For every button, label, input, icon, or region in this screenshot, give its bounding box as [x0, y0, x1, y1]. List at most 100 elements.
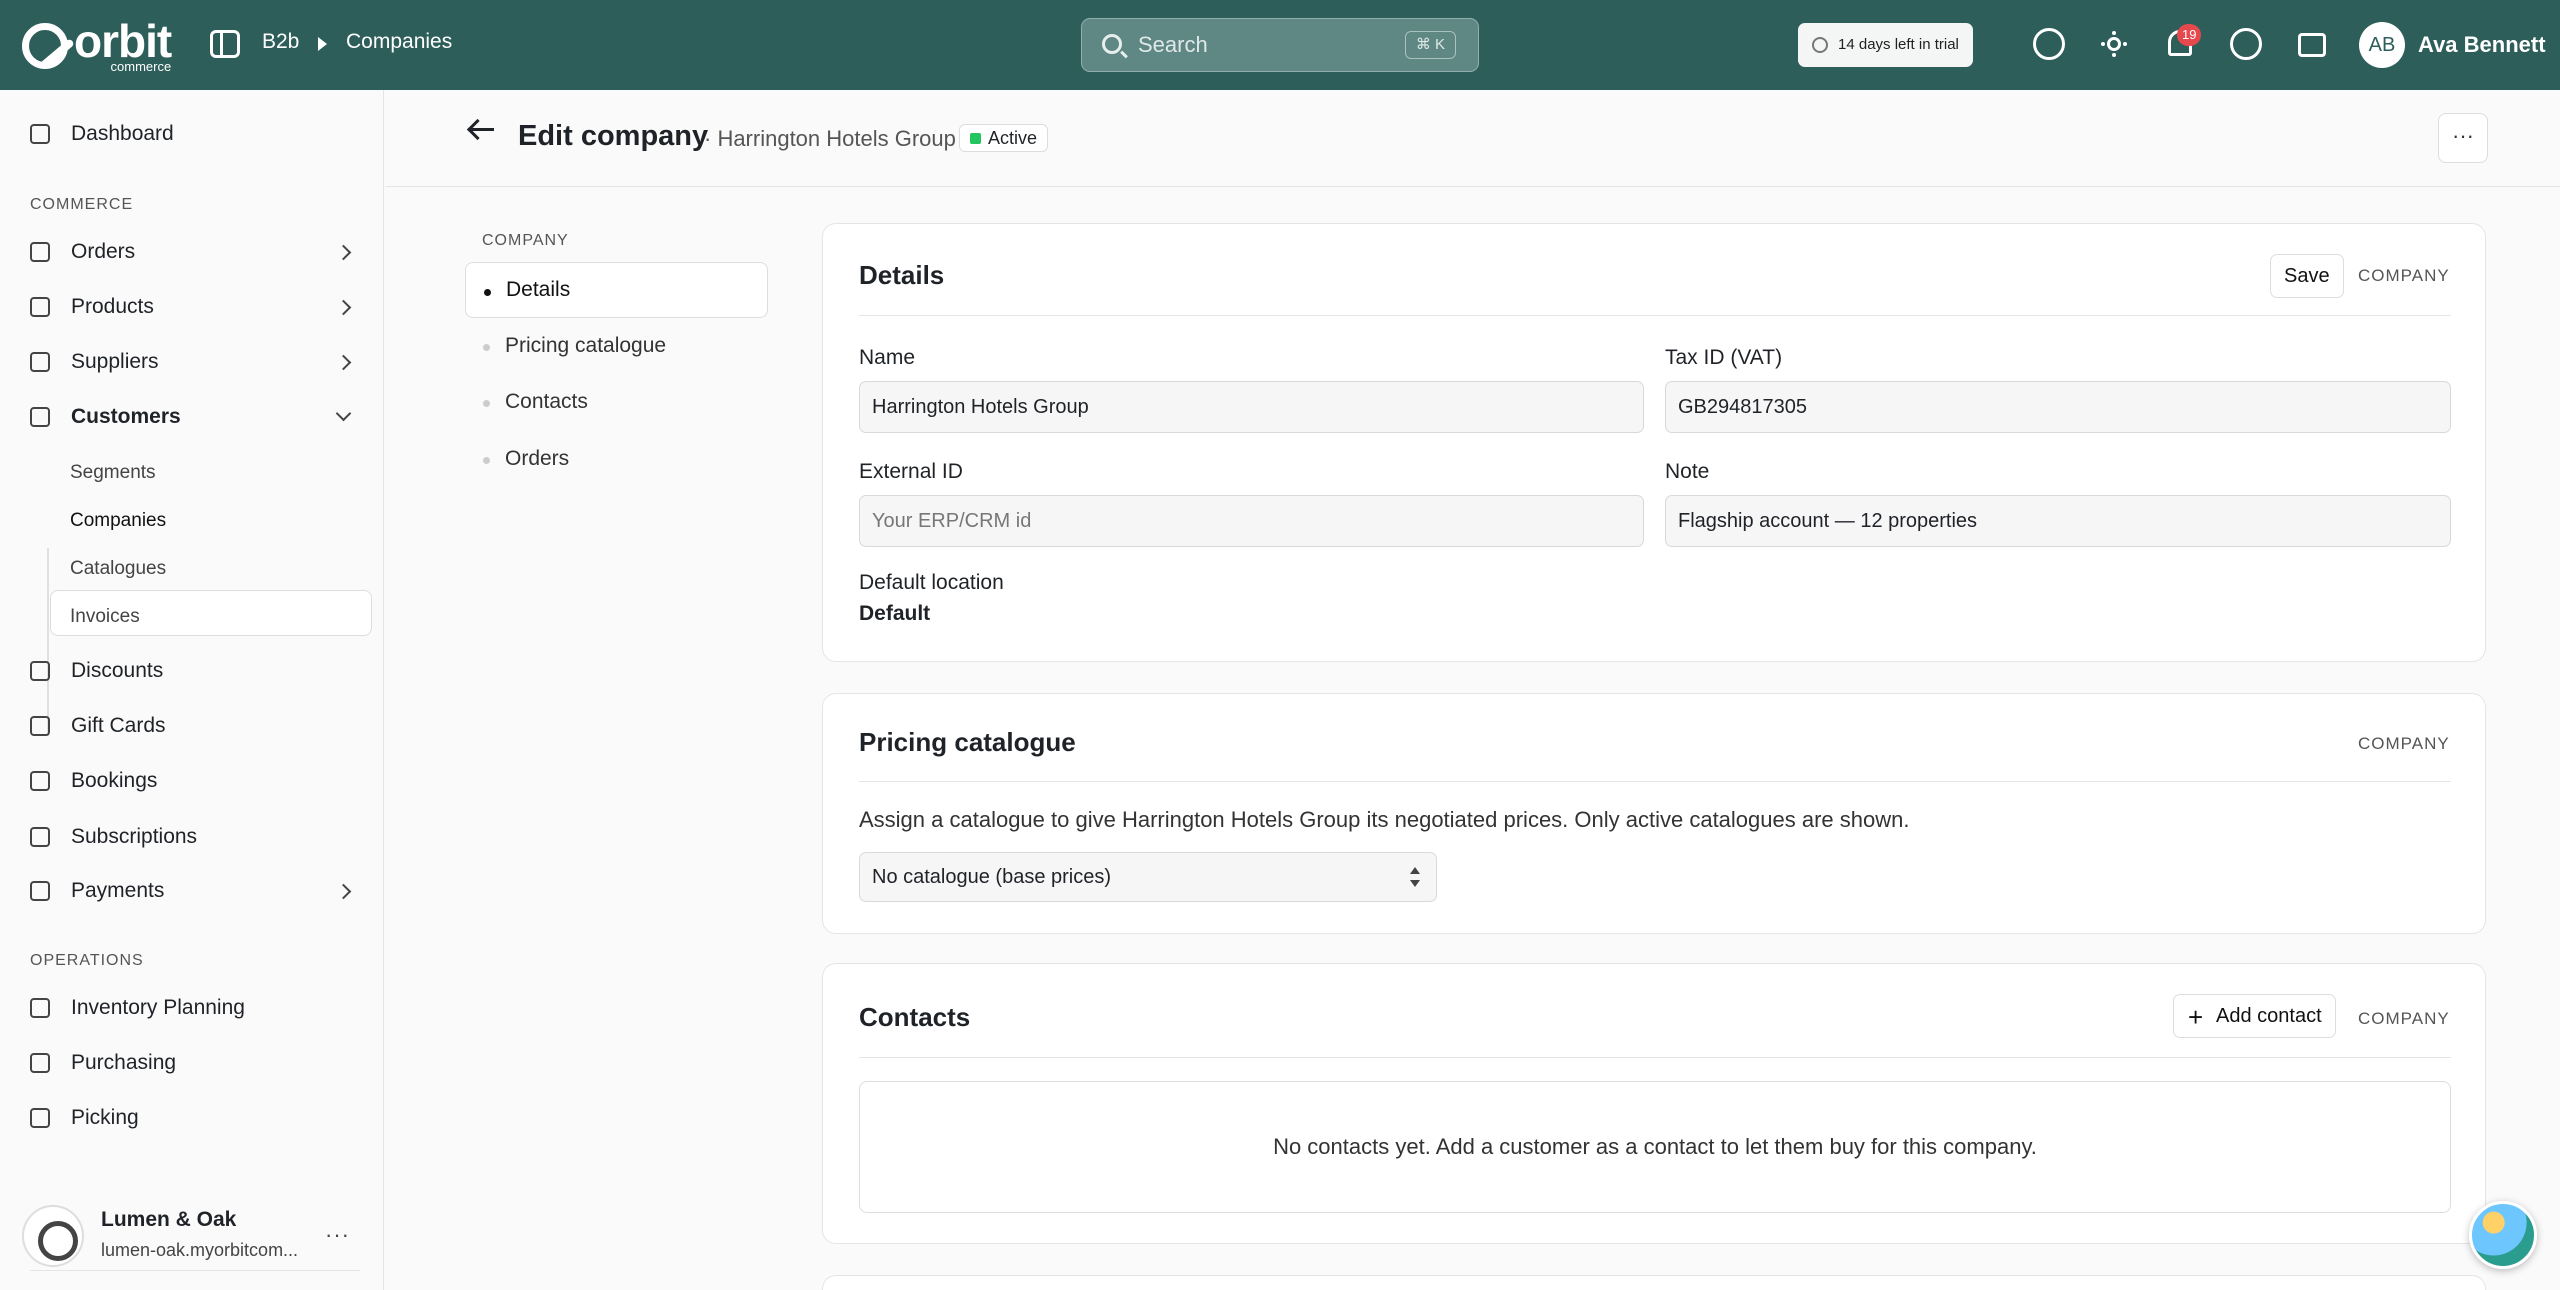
- section-label-commerce: COMMERCE: [30, 196, 134, 213]
- more-actions-button[interactable]: ···: [2438, 113, 2488, 163]
- sidebar-item-purchasing[interactable]: Purchasing: [30, 1043, 176, 1083]
- notification-count-badge: 19: [2177, 24, 2202, 46]
- chevron-down-icon[interactable]: [335, 405, 352, 422]
- sidebar-item-label: Bookings: [71, 769, 158, 792]
- orders-card: [822, 1275, 2486, 1290]
- theme-toggle-icon[interactable]: [2107, 37, 2121, 51]
- chevron-right-icon[interactable]: [335, 299, 352, 316]
- sidebar-item-discounts[interactable]: Discounts: [30, 651, 163, 691]
- add-contact-button[interactable]: + Add contact: [2173, 994, 2336, 1038]
- logo-word: orbit: [74, 15, 172, 67]
- section-nav-label-text: Pricing catalogue: [505, 334, 667, 357]
- catalogue-select[interactable]: No catalogue (base prices): [859, 852, 1437, 902]
- sidebar-item-label: Inventory Planning: [71, 996, 245, 1019]
- sidebar-item-products[interactable]: Products: [30, 287, 154, 327]
- help-icon[interactable]: [2230, 28, 2262, 60]
- default-location-label: Default location: [859, 571, 1004, 594]
- sidebar-item-gift-cards[interactable]: Gift Cards: [30, 706, 166, 746]
- external-id-field[interactable]: [859, 495, 1644, 547]
- default-location-value: Default: [859, 602, 931, 625]
- sidebar-item-customers[interactable]: Customers: [30, 397, 181, 437]
- card-divider: [859, 781, 2451, 782]
- user-name[interactable]: Ava Bennett: [2418, 32, 2546, 58]
- chat-assistant-icon[interactable]: [2469, 1201, 2537, 1269]
- sidebar-item-suppliers[interactable]: Suppliers: [30, 342, 159, 382]
- details-title: Details: [859, 260, 945, 290]
- pricing-catalogue-card: Pricing catalogue COMPANY Assign a catal…: [822, 693, 2486, 934]
- suppliers-icon: [30, 352, 50, 372]
- search-input[interactable]: [1138, 29, 1378, 61]
- status-badge: Active: [959, 124, 1049, 152]
- page-title: Edit company: [518, 120, 709, 152]
- store-more-icon[interactable]: ···: [325, 1222, 350, 1248]
- sidebar-item-bookings[interactable]: Bookings: [30, 761, 157, 801]
- sidebar-item-catalogues[interactable]: Catalogues: [70, 553, 166, 585]
- orbit-logo[interactable]: orbit commerce: [22, 15, 172, 73]
- sidebar-item-label: Gift Cards: [71, 714, 166, 737]
- trial-badge[interactable]: 14 days left in trial: [1798, 23, 1973, 67]
- note-label: Note: [1665, 460, 1710, 483]
- sidebar-item-label: Subscriptions: [71, 825, 198, 848]
- section-nav-details[interactable]: Details: [465, 262, 768, 318]
- save-button[interactable]: Save: [2270, 254, 2344, 298]
- calendar-icon: [30, 771, 50, 791]
- section-nav-label: COMPANY: [482, 232, 569, 249]
- gift-icon: [30, 716, 50, 736]
- section-nav-contacts[interactable]: Contacts: [465, 374, 768, 430]
- name-field[interactable]: [859, 381, 1644, 433]
- breadcrumb-b2b[interactable]: B2b: [262, 30, 299, 54]
- clock-icon: [1812, 37, 1828, 53]
- sidebar-item-dashboard[interactable]: Dashboard: [30, 114, 174, 154]
- search-bar[interactable]: ⌘ K: [1081, 18, 1479, 72]
- sidebar-item-orders[interactable]: Orders: [30, 232, 135, 272]
- card-divider: [859, 1057, 2451, 1058]
- bullet-icon: [483, 400, 490, 407]
- sidebar-item-segments[interactable]: Segments: [70, 457, 156, 489]
- details-tag: COMPANY: [2358, 266, 2450, 285]
- sidebar-item-label: Orders: [71, 240, 136, 263]
- sidebar-toggle-icon[interactable]: [210, 30, 240, 58]
- pricing-description: Assign a catalogue to give Harrington Ho…: [859, 807, 1910, 832]
- search-shortcut: ⌘ K: [1404, 31, 1456, 59]
- store-logo[interactable]: [22, 1205, 84, 1267]
- section-nav-label-text: Orders: [505, 447, 570, 470]
- breadcrumb-companies[interactable]: Companies: [346, 30, 452, 54]
- ai-assistant-icon[interactable]: [2033, 28, 2065, 60]
- bullet-icon: [484, 289, 491, 296]
- sidebar-divider: [30, 1270, 360, 1271]
- sidebar-item-picking[interactable]: Picking: [30, 1098, 139, 1138]
- sidebar-item-subscriptions[interactable]: Subscriptions: [30, 817, 197, 857]
- shopping-bag-icon: [30, 1053, 50, 1073]
- clipboard-icon: [30, 998, 50, 1018]
- sidebar-item-companies[interactable]: Companies: [70, 505, 166, 537]
- sidebar-item-label: Customers: [71, 405, 181, 428]
- sidebar-item-label: Products: [71, 295, 154, 318]
- refresh-icon: [30, 827, 50, 847]
- orbit-logo-icon: [22, 22, 68, 69]
- external-id-label: External ID: [859, 460, 963, 483]
- tax-id-field[interactable]: [1665, 381, 2451, 433]
- status-dot-icon: [970, 133, 981, 144]
- section-nav-pricing-catalogue[interactable]: Pricing catalogue: [465, 318, 768, 374]
- sidebar-item-invoices[interactable]: Invoices: [70, 601, 140, 633]
- sidebar-item-inventory-planning[interactable]: Inventory Planning: [30, 988, 245, 1028]
- map-pin-icon: [30, 1108, 50, 1128]
- chevron-right-icon[interactable]: [335, 354, 352, 371]
- user-avatar[interactable]: AB: [2359, 22, 2405, 68]
- back-arrow-icon[interactable]: [470, 128, 494, 131]
- section-nav-label-text: Details: [506, 278, 571, 301]
- section-nav-orders[interactable]: Orders: [465, 431, 768, 487]
- sidebar-item-payments[interactable]: Payments: [30, 871, 164, 911]
- empty-state-text: No contacts yet. Add a customer as a con…: [1273, 1134, 2037, 1159]
- chevron-right-icon[interactable]: [335, 883, 352, 900]
- chevron-right-icon[interactable]: [335, 244, 352, 261]
- sidebar-item-label: Picking: [71, 1106, 139, 1129]
- sidebar-item-label: Discounts: [71, 659, 164, 682]
- dashboard-icon: [30, 124, 50, 144]
- note-field[interactable]: [1665, 495, 2451, 547]
- bullet-icon: [483, 344, 490, 351]
- breadcrumb-separator-icon: [318, 37, 327, 51]
- storefront-icon[interactable]: [2298, 33, 2326, 57]
- select-arrows-icon: [1410, 867, 1420, 889]
- plus-icon: +: [2188, 1002, 2204, 1032]
